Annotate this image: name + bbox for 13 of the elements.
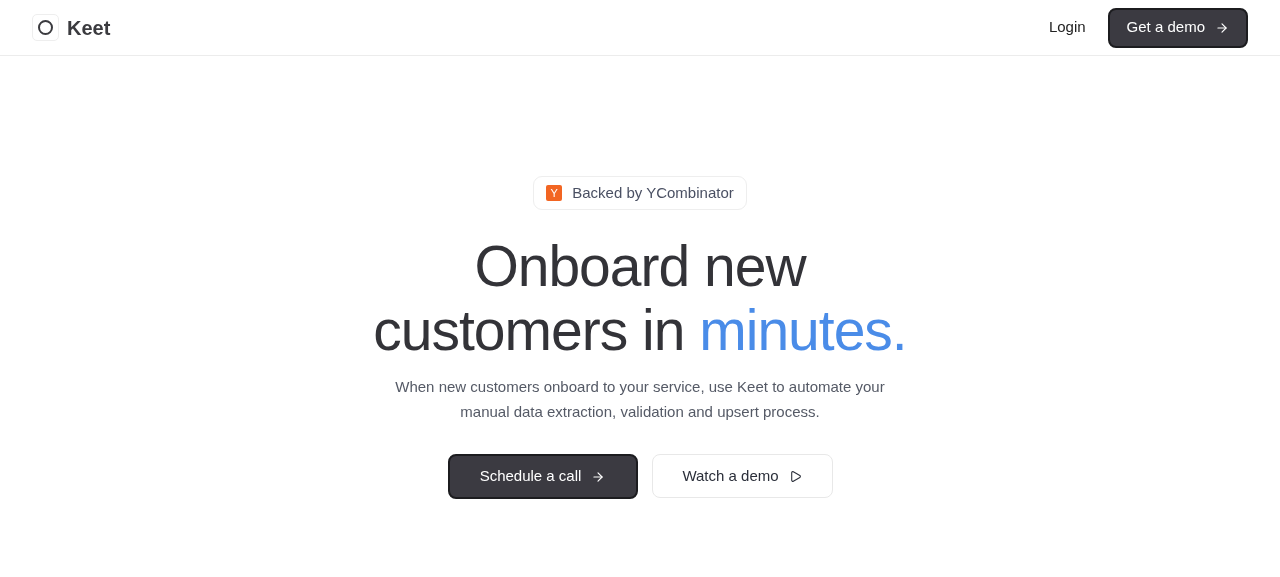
get-demo-button[interactable]: Get a demo — [1107, 7, 1248, 48]
schedule-call-button[interactable]: Schedule a call — [447, 454, 638, 499]
play-icon — [788, 469, 802, 483]
badge-text: Backed by YCombinator — [572, 182, 734, 203]
hero-heading-line: Onboard new — [473, 234, 808, 298]
logo-icon — [32, 14, 59, 41]
brand-name: Keet — [67, 15, 111, 41]
y-logo: Y — [546, 185, 563, 201]
hero-subtitle: When new customers onboard to your service, use Keet to automate your manual data extraction, validation and upsert process. — [394, 377, 886, 422]
hero-heading-line: customers in minutes. — [373, 298, 907, 362]
watch-demo-button[interactable]: Watch a demo — [651, 454, 833, 498]
arrow-icon — [591, 469, 606, 484]
login-link[interactable]: Login — [1048, 16, 1086, 39]
